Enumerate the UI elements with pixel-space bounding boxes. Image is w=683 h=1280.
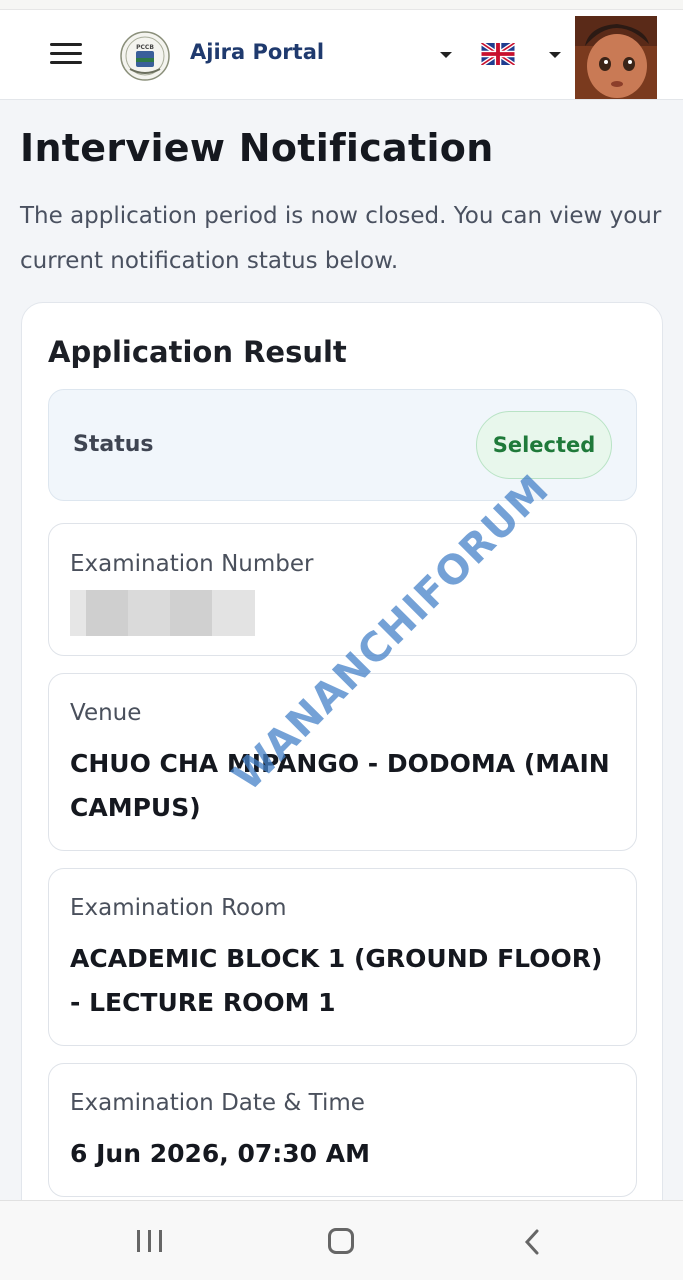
hamburger-menu-icon[interactable] xyxy=(50,43,82,67)
field-value: CHUO CHA MIPANGO - DODOMA (MAIN CAMPUS) xyxy=(70,749,610,822)
field-label: Examination Date & Time xyxy=(70,1090,365,1116)
uk-flag-icon[interactable] xyxy=(480,41,516,67)
field-value: ACADEMIC BLOCK 1 (GROUND FLOOR) - LECTUR… xyxy=(70,944,603,1017)
status-row: Status Selected xyxy=(48,389,637,501)
page-title: Interview Notification xyxy=(20,126,494,170)
field-label: Examination Number xyxy=(70,551,314,577)
card-title: Application Result xyxy=(48,335,347,369)
status-badge: Selected xyxy=(476,411,612,479)
venue-field: Venue CHUO CHA MIPANGO - DODOMA (MAIN CA… xyxy=(48,673,637,851)
language-dropdown-icon[interactable] xyxy=(549,52,561,58)
brand-name[interactable]: Ajira Portal xyxy=(190,40,324,64)
android-nav-bar xyxy=(0,1200,683,1280)
back-icon[interactable] xyxy=(522,1228,542,1256)
field-label: Examination Room xyxy=(70,895,287,921)
field-label: Venue xyxy=(70,700,142,726)
field-value: 6 Jun 2026, 07:30 AM xyxy=(70,1139,370,1168)
recent-apps-icon[interactable] xyxy=(137,1230,163,1252)
app-header: PCCB Ajira Portal xyxy=(0,10,683,100)
status-bar-strip xyxy=(0,0,683,10)
examination-number-field: Examination Number xyxy=(48,523,637,656)
examination-datetime-field: Examination Date & Time 6 Jun 2026, 07:3… xyxy=(48,1063,637,1197)
avatar[interactable] xyxy=(575,16,657,99)
pccb-logo: PCCB xyxy=(118,29,172,83)
home-icon[interactable] xyxy=(328,1228,354,1254)
svg-text:PCCB: PCCB xyxy=(136,44,154,51)
redacted-value xyxy=(70,590,255,636)
status-label: Status xyxy=(73,432,154,457)
chevron-down-icon[interactable] xyxy=(440,52,452,58)
examination-room-field: Examination Room ACADEMIC BLOCK 1 (GROUN… xyxy=(48,868,637,1046)
page-subtitle: The application period is now closed. Yo… xyxy=(20,203,662,274)
application-result-card: Application Result Status Selected Exami… xyxy=(21,302,663,1222)
